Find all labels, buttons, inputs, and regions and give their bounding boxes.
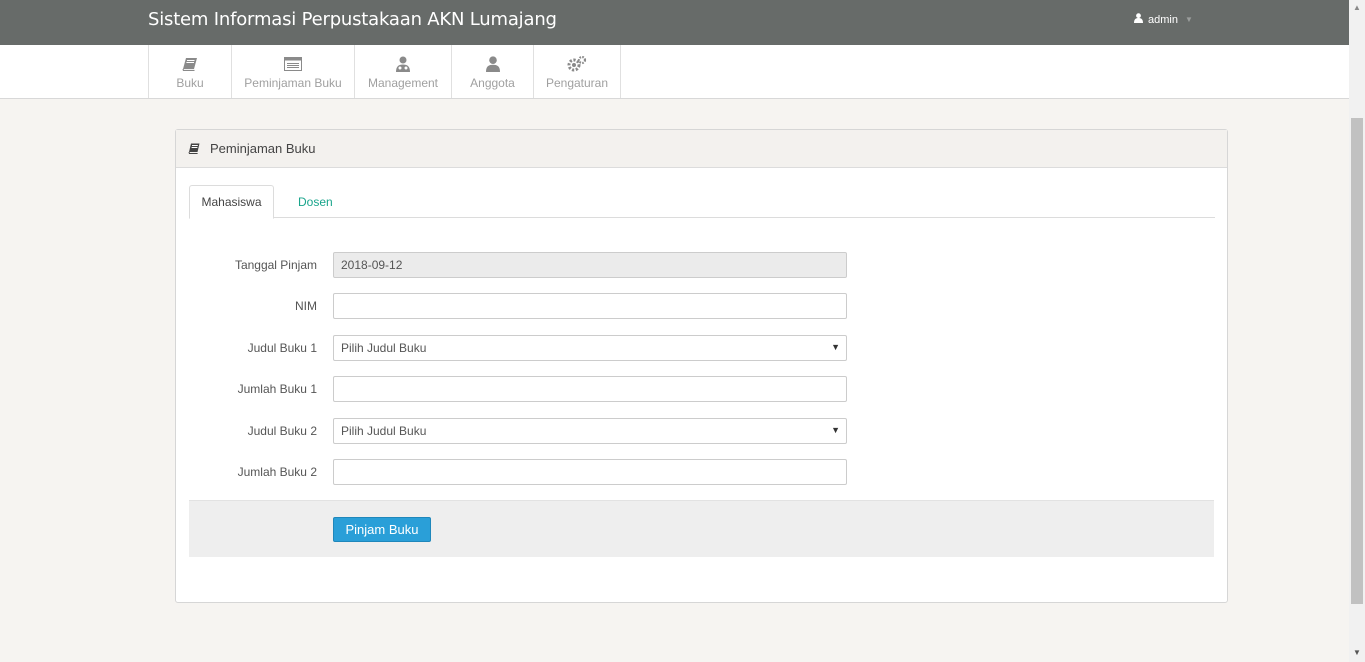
scroll-down-icon[interactable]: ▼ [1353, 648, 1361, 657]
nav-item-label: Buku [176, 75, 204, 90]
nav-item-buku[interactable]: Buku [148, 45, 231, 98]
user-icon [485, 54, 501, 74]
nav-item-peminjaman[interactable]: Peminjaman Buku [231, 45, 354, 98]
chevron-down-icon: ▼ [1184, 15, 1193, 24]
jumlah-buku-2-field[interactable] [333, 459, 847, 485]
row-jumlah-buku-1: Jumlah Buku 1 [189, 376, 859, 402]
tab-dosen[interactable]: Dosen [286, 185, 345, 218]
loan-panel: Peminjaman Buku Mahasiswa Dosen Tanggal … [175, 129, 1228, 603]
judul-buku-1-select[interactable]: Pilih Judul Buku ▼ [333, 335, 847, 361]
chevron-down-icon: ▼ [831, 342, 840, 352]
nav-item-anggota[interactable]: Anggota [451, 45, 533, 98]
tanggal-pinjam-field[interactable]: 2018-09-12 [333, 252, 847, 278]
chevron-down-icon: ▼ [831, 425, 840, 435]
scroll-up-icon[interactable]: ▲ [1353, 3, 1361, 12]
judul-buku-2-label: Judul Buku 2 [247, 424, 317, 438]
row-judul-buku-1: Judul Buku 1 Pilih Judul Buku ▼ [189, 335, 859, 361]
judul-buku-2-value: Pilih Judul Buku [341, 424, 427, 438]
row-tanggal-pinjam: Tanggal Pinjam 2018-09-12 [189, 252, 859, 278]
jumlah-buku-1-field[interactable] [333, 376, 847, 402]
user-name: admin [1148, 13, 1178, 26]
nim-field[interactable] [333, 293, 847, 319]
panel-header: Peminjaman Buku [176, 130, 1227, 168]
row-nim: NIM [189, 293, 859, 319]
pinjam-buku-button[interactable]: Pinjam Buku [333, 517, 431, 542]
form-actions: Pinjam Buku [189, 500, 1214, 557]
users-icon [395, 54, 411, 74]
list-icon [284, 54, 302, 74]
nav-item-label: Management [367, 75, 439, 90]
main-menu: Buku Peminjaman Buku Management Anggota … [0, 45, 1349, 99]
user-icon [1134, 13, 1143, 26]
nav-item-label: Anggota [470, 75, 515, 90]
tab-mahasiswa[interactable]: Mahasiswa [189, 185, 274, 219]
gears-icon [567, 54, 587, 74]
top-navbar: Sistem Informasi Perpustakaan AKN Lumaja… [0, 0, 1349, 45]
tanggal-pinjam-label: Tanggal Pinjam [234, 258, 317, 272]
judul-buku-2-select[interactable]: Pilih Judul Buku ▼ [333, 418, 847, 444]
row-jumlah-buku-2: Jumlah Buku 2 [189, 459, 859, 485]
nav-item-label: Peminjaman Buku [244, 75, 342, 90]
nav-item-label: Pengaturan [545, 75, 609, 90]
book-icon [188, 143, 200, 154]
judul-buku-1-label: Judul Buku 1 [247, 341, 317, 355]
nav-item-management[interactable]: Management [354, 45, 451, 98]
jumlah-buku-2-label: Jumlah Buku 2 [237, 465, 317, 479]
nav-item-pengaturan[interactable]: Pengaturan [533, 45, 621, 98]
book-icon [182, 54, 198, 74]
jumlah-buku-1-label: Jumlah Buku 1 [237, 382, 317, 396]
user-menu[interactable]: admin ▼ [1134, 13, 1193, 26]
scrollbar-thumb[interactable] [1351, 118, 1363, 604]
judul-buku-1-value: Pilih Judul Buku [341, 341, 427, 355]
app-title[interactable]: Sistem Informasi Perpustakaan AKN Lumaja… [148, 9, 557, 30]
nim-label: NIM [295, 299, 317, 313]
page-scrollbar[interactable]: ▲ ▼ [1349, 0, 1365, 662]
row-judul-buku-2: Judul Buku 2 Pilih Judul Buku ▼ [189, 418, 859, 444]
tab-bar: Mahasiswa Dosen [189, 185, 1215, 219]
panel-title: Peminjaman Buku [210, 141, 316, 156]
